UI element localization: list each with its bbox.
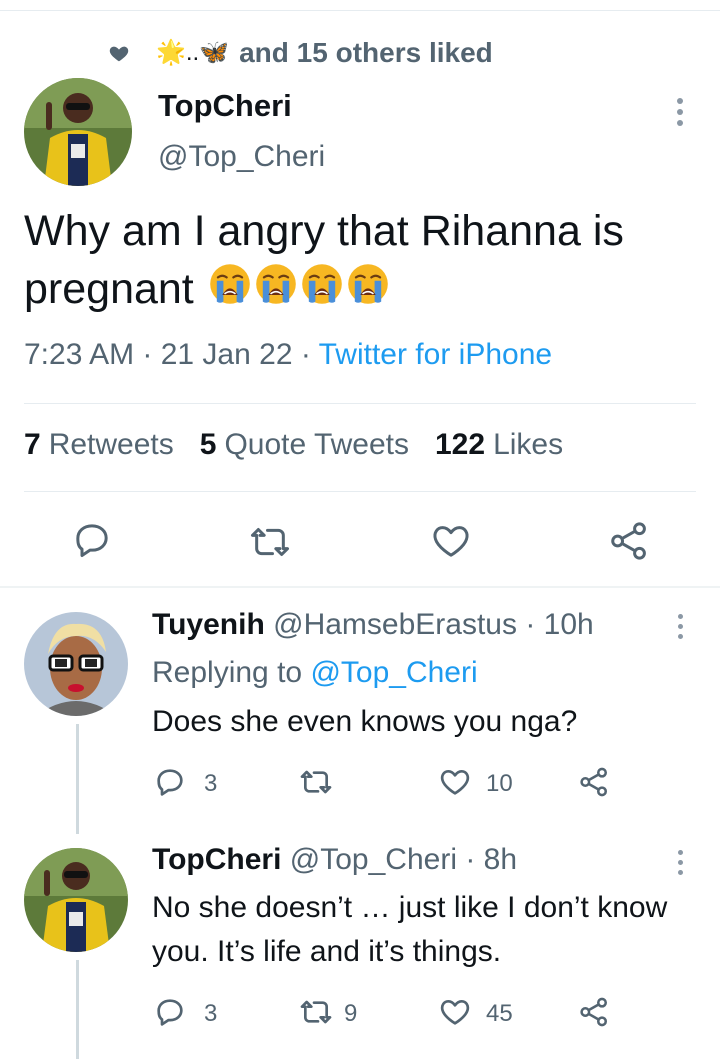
- share-icon[interactable]: [608, 520, 650, 562]
- context-text: and 15 others liked: [239, 37, 493, 68]
- like-icon[interactable]: [438, 766, 472, 798]
- context-emojis: 🌟..🦋: [156, 39, 230, 66]
- reply-icon[interactable]: [154, 766, 186, 798]
- top-divider: [0, 0, 720, 11]
- crying-face-icon: [346, 262, 390, 321]
- avatar[interactable]: [24, 848, 128, 952]
- replying-to: Replying to @Top_Cheri: [152, 656, 478, 690]
- like-icon[interactable]: [430, 521, 472, 561]
- retweet-icon[interactable]: [298, 996, 334, 1028]
- quotes-count: 5: [199, 428, 217, 461]
- reply-count: 3: [204, 1000, 218, 1027]
- reply-author-name[interactable]: Tuyenih: [152, 608, 265, 641]
- crying-emojis: [206, 264, 390, 313]
- reply-icon[interactable]: [72, 520, 112, 560]
- quotes-label: Quote Tweets: [224, 428, 409, 461]
- likes-stat[interactable]: 122 Likes: [435, 428, 563, 462]
- avatar[interactable]: [24, 612, 128, 716]
- tweet-meta: 7:23 AM · 21 Jan 22 · Twitter for iPhone: [24, 338, 552, 372]
- more-options-icon[interactable]: [676, 850, 684, 880]
- author-handle[interactable]: @Top_Cheri: [158, 140, 325, 174]
- like-icon[interactable]: [438, 996, 472, 1028]
- retweet-count: 9: [344, 1000, 358, 1027]
- replying-to-handle[interactable]: @Top_Cheri: [310, 656, 477, 689]
- share-icon[interactable]: [578, 766, 610, 798]
- divider: [24, 491, 696, 492]
- reply-text: Does she even knows you nga?: [152, 705, 578, 738]
- replying-prefix: Replying to: [152, 656, 311, 689]
- retweets-stat[interactable]: 7 Retweets: [24, 428, 174, 462]
- avatar-image: [24, 612, 128, 716]
- social-context[interactable]: 🌟..🦋 and 15 others liked: [108, 34, 493, 72]
- tweet-source[interactable]: Twitter for iPhone: [319, 338, 552, 371]
- crying-face-icon: [254, 262, 298, 321]
- reply-author-handle[interactable]: @Top_Cheri: [290, 843, 457, 876]
- thread-line: [76, 724, 79, 834]
- likes-label: Likes: [493, 428, 564, 461]
- quotes-stat[interactable]: 5 Quote Tweets: [200, 428, 409, 462]
- retweet-icon[interactable]: [248, 522, 292, 562]
- more-options-icon[interactable]: [676, 98, 684, 131]
- reply-author-name[interactable]: TopCheri: [152, 843, 281, 876]
- reply-text: No she doesn’t … just like I don’t know …: [152, 891, 668, 968]
- tweet-time[interactable]: 7:23 AM · 21 Jan 22 ·: [24, 338, 319, 371]
- reply-time[interactable]: · 10h: [525, 608, 593, 641]
- likes-count: 122: [435, 428, 486, 461]
- retweets-count: 7: [24, 428, 41, 461]
- crying-face-icon: [208, 262, 252, 321]
- more-options-icon[interactable]: [676, 614, 684, 644]
- avatar[interactable]: [24, 78, 132, 186]
- reply-count: 3: [204, 770, 218, 797]
- like-count: 10: [486, 770, 513, 797]
- author-name[interactable]: TopCheri: [158, 88, 292, 124]
- reply-header: Tuyenih @HamsebErastus · 10h: [152, 608, 594, 642]
- crying-face-icon: [300, 262, 344, 321]
- heart-icon: [109, 46, 129, 62]
- avatar-image: [24, 78, 132, 186]
- retweets-label: Retweets: [48, 428, 174, 461]
- divider: [24, 403, 696, 404]
- share-icon[interactable]: [578, 996, 610, 1028]
- retweet-icon[interactable]: [298, 766, 334, 798]
- thread-line: [76, 960, 79, 1059]
- tweet-text: Why am I angry that Rihanna is pregnant: [24, 202, 694, 321]
- tweet-stats: 7 Retweets 5 Quote Tweets 122 Likes: [24, 428, 589, 462]
- reply-icon[interactable]: [154, 996, 186, 1028]
- reply-author-handle[interactable]: @HamsebErastus: [273, 608, 517, 641]
- reply-time[interactable]: · 8h: [465, 843, 517, 876]
- reply-header: TopCheri @Top_Cheri · 8h: [152, 843, 517, 877]
- section-divider: [0, 586, 720, 588]
- avatar-image: [24, 848, 128, 952]
- like-count: 45: [486, 1000, 513, 1027]
